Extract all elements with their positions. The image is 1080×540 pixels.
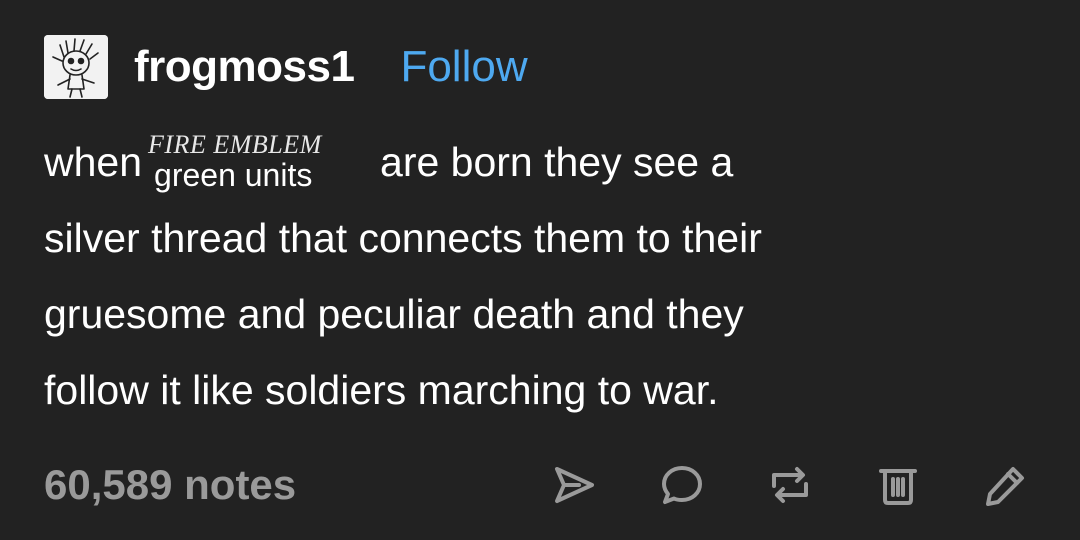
edit-button[interactable] xyxy=(978,457,1034,513)
body-text-when: when xyxy=(44,139,143,185)
notes-count[interactable]: 60,589 notes xyxy=(44,461,296,509)
avatar[interactable] xyxy=(44,35,108,99)
reblog-icon xyxy=(772,467,808,503)
body-text-line1-end: are born they see a xyxy=(380,139,734,185)
fire-emblem-logo: FIRE EMBLEM xyxy=(148,130,322,159)
post-footer: 60,589 notes xyxy=(44,452,1034,518)
fire-emblem-overlay: FIRE EMBLEM green units xyxy=(142,124,380,200)
body-line-3: gruesome and peculiar death and they xyxy=(44,291,744,337)
reblog-button[interactable] xyxy=(762,457,818,513)
delete-button[interactable] xyxy=(870,457,926,513)
chat-bubble-icon xyxy=(662,466,702,504)
pencil-icon xyxy=(986,467,1024,506)
username-link[interactable]: frogmoss1 xyxy=(134,42,355,92)
post-header: frogmoss1 Follow xyxy=(44,32,528,102)
green-units-text: green units xyxy=(154,157,313,193)
reply-button[interactable] xyxy=(654,457,710,513)
trash-icon xyxy=(879,469,917,505)
body-line-4: follow it like soldiers marching to war. xyxy=(44,367,719,413)
follow-button[interactable]: Follow xyxy=(400,42,527,92)
send-icon xyxy=(555,467,594,503)
avatar-drawing-icon xyxy=(44,35,108,99)
post-body: when FIRE EMBLEM green units are born they … xyxy=(44,124,1034,428)
share-button[interactable] xyxy=(546,457,602,513)
body-line-1: when FIRE EMBLEM green units are born they … xyxy=(44,124,1034,200)
post-actions xyxy=(494,452,1034,518)
body-line-2: silver thread that connects them to thei… xyxy=(44,215,762,261)
